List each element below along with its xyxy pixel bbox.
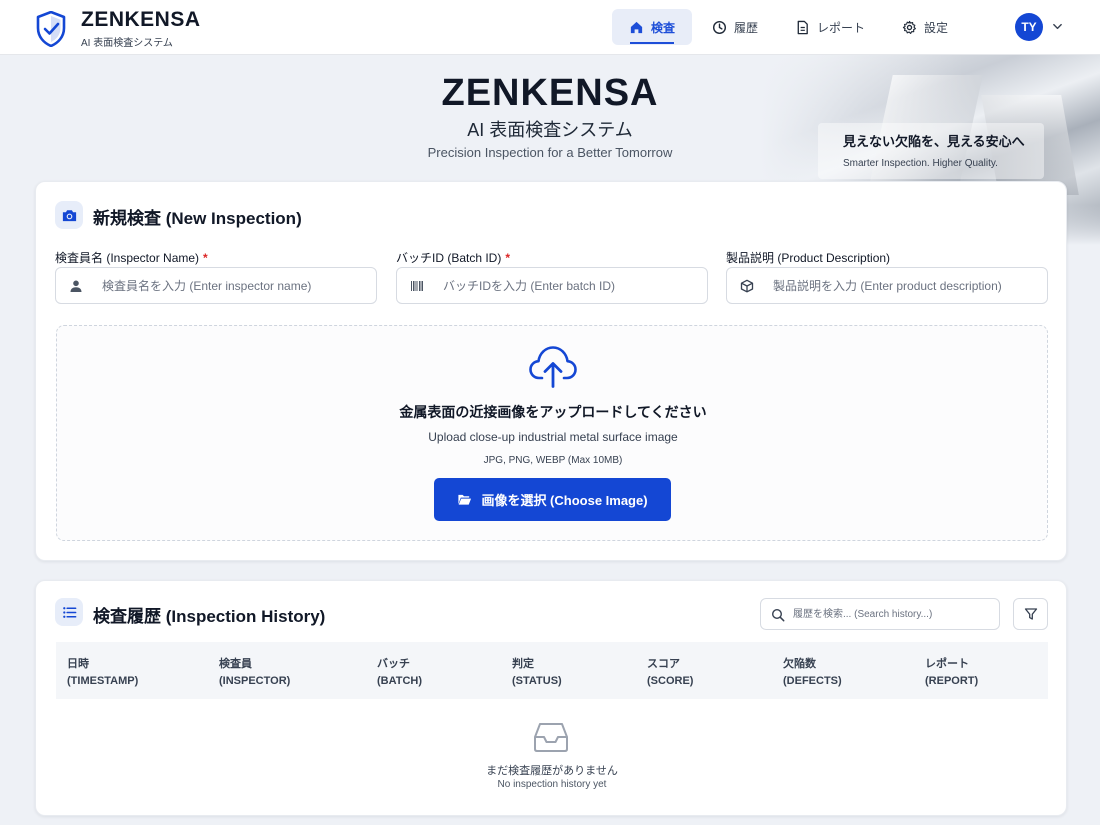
inspection-history-title: 検査履歴 (Inspection History): [93, 607, 326, 626]
batch-id-label: バッチID (Batch ID) *: [396, 251, 511, 265]
shield-check-logo-icon: [36, 11, 66, 47]
nav-item-label: 設定: [924, 20, 949, 35]
choose-image-label: 画像を選択 (Choose Image): [481, 493, 648, 508]
nav-item-reports[interactable]: レポート: [778, 9, 882, 45]
upload-title: 金属表面の近接画像をアップロードしてください: [399, 404, 707, 420]
filter-icon: [1024, 608, 1037, 620]
brand-name: ZENKENSA: [81, 8, 201, 31]
column-header-inspector[interactable]: 検査員 (INSPECTOR): [219, 656, 290, 690]
filter-button[interactable]: [1013, 598, 1048, 630]
callout-line1: 見えない欠陥を、見える安心へ: [843, 134, 1025, 149]
history-search-input[interactable]: [793, 599, 993, 629]
brand-subtitle: AI 表面検査システム: [81, 38, 173, 49]
column-header-defects[interactable]: 欠陥数 (DEFECTS): [783, 656, 842, 690]
nav-item-label: レポート: [817, 20, 866, 35]
user-icon: [70, 280, 82, 292]
choose-image-button[interactable]: 画像を選択 (Choose Image): [434, 478, 671, 521]
product-description-label: 製品説明 (Product Description): [726, 251, 891, 265]
brand[interactable]: ZENKENSA AI 表面検査システム: [36, 9, 201, 49]
gear-icon: [902, 20, 917, 34]
history-search-field: [760, 598, 1000, 630]
batch-id-input[interactable]: [443, 268, 697, 303]
required-mark: *: [203, 251, 208, 265]
inspector-name-label: 検査員名 (Inspector Name) *: [55, 251, 208, 265]
history-table-header: 日時 (TIMESTAMP) 検査員 (INSPECTOR) バッチ (BATCH) …: [56, 642, 1048, 699]
new-inspection-card: 新規検査 (New Inspection) 検査員名 (Inspector Na…: [35, 181, 1067, 561]
column-header-score[interactable]: スコア (SCORE): [647, 656, 693, 690]
hero-title: ZENKENSA: [441, 72, 659, 114]
inbox-icon: [534, 723, 568, 752]
inspector-name-field: [55, 267, 377, 304]
inspection-history-card: 検査履歴 (Inspection History) 日時(TIMESTAMP) …: [35, 580, 1067, 816]
clock-icon: [713, 20, 727, 34]
document-icon: [797, 20, 808, 34]
chevron-down-icon[interactable]: [1052, 21, 1063, 32]
camera-icon: [62, 209, 76, 221]
product-description-input[interactable]: [773, 268, 1037, 303]
user-avatar[interactable]: TY: [1015, 13, 1043, 41]
hero-callout: 見えない欠陥を、見える安心へ Smarter Inspection. Highe…: [818, 123, 1044, 179]
nav-item-settings[interactable]: 設定: [885, 9, 965, 45]
top-navigation-bar: ZENKENSA AI 表面検査システム 検査 履歴 レポート 設定 TY: [0, 0, 1100, 55]
main-nav: 検査 履歴 レポート 設定: [612, 9, 968, 45]
empty-history-message: まだ検査履歴がありません: [486, 765, 618, 777]
nav-item-history[interactable]: 履歴: [695, 9, 775, 45]
required-mark: *: [505, 251, 511, 265]
upload-subtitle: Upload close-up industrial metal surface…: [428, 430, 678, 444]
home-icon: [630, 21, 643, 33]
nav-item-inspection[interactable]: 検査: [612, 9, 693, 45]
list-icon: [62, 606, 76, 618]
camera-icon-badge: [55, 201, 83, 229]
cloud-upload-icon: [529, 346, 577, 388]
column-header-timestamp[interactable]: 日時 (TIMESTAMP): [67, 656, 138, 690]
nav-item-label: 検査: [651, 20, 676, 35]
column-header-batch[interactable]: バッチ (BATCH): [377, 656, 422, 690]
barcode-icon: [411, 281, 423, 291]
nav-item-label: 履歴: [734, 20, 759, 35]
new-inspection-title: 新規検査 (New Inspection): [93, 209, 302, 228]
list-icon-badge: [55, 598, 83, 626]
inspector-name-input[interactable]: [102, 268, 366, 303]
folder-open-icon: [458, 494, 472, 505]
column-header-report[interactable]: レポート (REPORT): [925, 656, 978, 690]
batch-id-field: [396, 267, 708, 304]
search-icon: [771, 608, 785, 622]
empty-history-message-en: No inspection history yet: [497, 779, 607, 790]
callout-line2: Smarter Inspection. Higher Quality.: [843, 158, 998, 169]
image-upload-dropzone[interactable]: 金属表面の近接画像をアップロードしてください Upload close-up i…: [56, 325, 1048, 541]
column-header-status[interactable]: 判定 (STATUS): [512, 656, 562, 690]
upload-formats: JPG, PNG, WEBP (Max 10MB): [483, 455, 623, 466]
product-description-field: [726, 267, 1048, 304]
package-icon: [740, 279, 754, 293]
